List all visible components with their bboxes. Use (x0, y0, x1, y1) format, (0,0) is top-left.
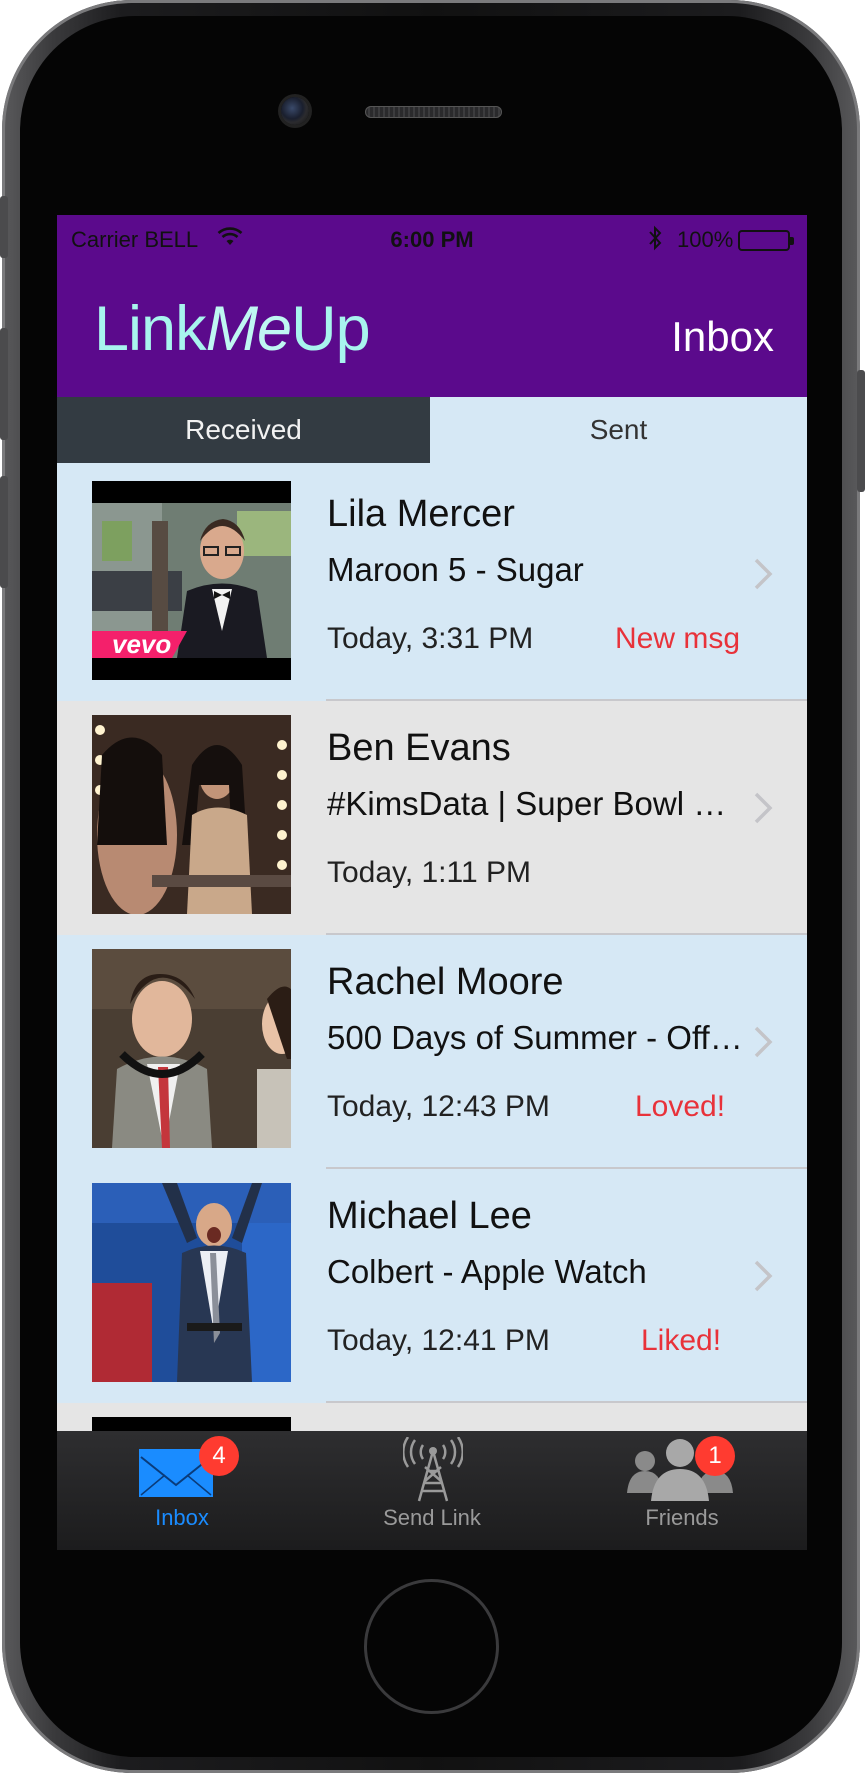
segment-sent[interactable]: Sent (430, 397, 807, 463)
video-thumbnail (92, 715, 291, 914)
song-title: Maroon 5 - Sugar (327, 551, 584, 588)
message-row[interactable]: Ben Evans #KimsData | Super Bowl Commerc… (57, 701, 807, 935)
mute-switch (0, 196, 8, 258)
volume-down-button (0, 476, 8, 588)
vevo-logo: vevo (112, 629, 171, 659)
message-status: Loved! (635, 1090, 726, 1123)
message-status: New msg (615, 622, 741, 655)
tab-label: Friends (645, 1505, 719, 1530)
power-button (857, 370, 865, 492)
video-thumbnail (92, 1183, 291, 1382)
front-camera (281, 97, 309, 125)
message-time: Today, 1:11 PM (327, 856, 531, 889)
sender-name: Michael Lee (327, 1195, 532, 1237)
tab-label: Inbox (155, 1505, 209, 1530)
chevron-right-icon (754, 792, 773, 824)
logo-link-text: Link (94, 294, 207, 364)
antenna-tower-icon (403, 1437, 463, 1502)
tab-friends[interactable]: 1 Friends (557, 1431, 807, 1550)
tab-send-link[interactable]: Send Link (307, 1431, 557, 1550)
earpiece-speaker (365, 106, 502, 118)
volume-up-button (0, 328, 8, 440)
message-time: Today, 12:43 PM (327, 1090, 550, 1123)
video-thumbnail: vevo (92, 481, 291, 680)
logo-me-text: Me (205, 294, 293, 364)
chevron-right-icon (754, 1260, 773, 1292)
status-bar: Carrier BELL 6:00 PM 100% (57, 215, 807, 265)
message-time: Today, 3:31 PM (327, 622, 534, 655)
video-thumbnail (92, 949, 291, 1148)
segmented-control: Received Sent (57, 397, 807, 463)
app-screen: Carrier BELL 6:00 PM 100% LinkMeUp Inbox… (57, 215, 807, 1550)
message-status: Liked! (641, 1324, 722, 1357)
song-title: 500 Days of Summer - Official Trailer (327, 1019, 747, 1056)
app-logo: LinkMeUp (94, 293, 371, 365)
logo-up-text: Up (291, 294, 371, 364)
battery-icon (738, 230, 794, 251)
nav-bar: LinkMeUp Inbox (57, 265, 807, 397)
song-title: Colbert - Apple Watch (327, 1253, 647, 1290)
battery-percent: 100% (677, 227, 734, 252)
message-row[interactable]: vevo Lila Mercer Maroon 5 - Sugar Today,… (57, 467, 807, 701)
tab-label: Send Link (383, 1505, 481, 1530)
segment-received[interactable]: Received (57, 397, 430, 463)
chevron-right-icon (754, 1026, 773, 1058)
friends-badge: 1 (695, 1436, 735, 1476)
sender-name: Ben Evans (327, 727, 511, 769)
inbox-badge: 4 (199, 1436, 239, 1476)
message-time: Today, 12:41 PM (327, 1324, 550, 1357)
tab-bar: 4 Inbox Send Link 1 Friends (57, 1431, 807, 1550)
sender-name: Lila Mercer (327, 493, 515, 535)
message-list: vevo Lila Mercer Maroon 5 - Sugar Today,… (57, 467, 807, 1457)
message-row[interactable]: Rachel Moore 500 Days of Summer - Offici… (57, 935, 807, 1169)
bluetooth-icon (647, 225, 663, 257)
chevron-right-icon (754, 558, 773, 590)
tab-inbox[interactable]: 4 Inbox (57, 1431, 307, 1550)
message-row[interactable]: Michael Lee Colbert - Apple Watch Today,… (57, 1169, 807, 1403)
sender-name: Rachel Moore (327, 961, 564, 1003)
home-button[interactable] (364, 1579, 499, 1714)
song-title: #KimsData | Super Bowl Commercial (327, 785, 747, 822)
page-title: Inbox (671, 313, 774, 360)
